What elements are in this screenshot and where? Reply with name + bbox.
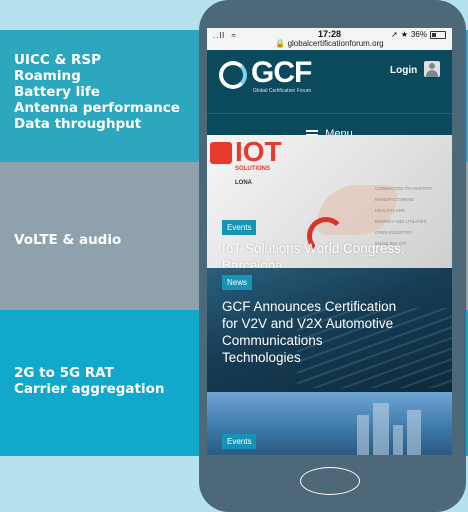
skyline-building [373, 403, 389, 455]
card-title[interactable]: IoT Solutions World Congress, Barcelona [222, 240, 450, 268]
article-card-v2x[interactable]: News GCF Announces Certification for V2V… [207, 268, 452, 392]
bluetooth-icon: ★ [400, 30, 408, 39]
band-volte-audio-text: VoLTE & audio [14, 232, 122, 248]
location-arrow-icon: ➚ [391, 30, 398, 39]
category-tag[interactable]: News [222, 275, 253, 290]
article-card-iot[interactable]: IOT SOLUTIONS LONA CONNECTED TRANSPORT M… [207, 135, 452, 268]
iot-logo-icon [210, 142, 232, 164]
iot-brand-sub: SOLUTIONS [235, 166, 271, 172]
topic-item: MANUFACTURING [375, 197, 415, 202]
iot-city: LONA [235, 180, 252, 186]
site-header: GCF Global Certification Forum Login Men… [207, 50, 452, 158]
skyline-building [357, 415, 369, 455]
iot-brand: IOT [235, 136, 282, 167]
topic-item: CONNECTED TRANSPORT [375, 186, 433, 191]
article-card-events[interactable]: Events [207, 392, 452, 455]
band-rat-carrier-text: 2G to 5G RAT Carrier aggregation [14, 365, 165, 397]
topic-item: ENERGY AND UTILITIES [375, 219, 427, 224]
gcf-logo-icon[interactable] [219, 61, 247, 89]
skyline-building [393, 425, 403, 455]
logo-text[interactable]: GCF [251, 56, 312, 90]
category-tag[interactable]: Events [222, 434, 257, 449]
status-bar: ..ll ≈ 17:28 🔒 globalcertificationforum.… [207, 28, 452, 50]
skyline-building [407, 410, 421, 455]
band-device-features-text: UICC & RSP Roaming Battery life Antenna … [14, 52, 180, 132]
phone-screen: ..ll ≈ 17:28 🔒 globalcertificationforum.… [207, 28, 452, 455]
url-text: globalcertificationforum.org [287, 39, 384, 48]
topic-item: OPEN INDUSTRY [375, 230, 412, 235]
login-link[interactable]: Login [390, 65, 417, 76]
battery-fill [432, 32, 436, 37]
address-bar[interactable]: 🔒 globalcertificationforum.org [207, 39, 452, 48]
category-tag[interactable]: Events [222, 220, 257, 235]
logo-tagline: Global Certification Forum [253, 88, 312, 94]
status-right: ➚ ★ 36% [391, 30, 446, 39]
user-icon[interactable] [424, 61, 440, 77]
home-button[interactable] [300, 467, 360, 495]
card-title[interactable]: GCF Announces Certification for V2V and … [222, 298, 450, 366]
lock-icon: 🔒 [275, 39, 286, 48]
battery-percent: 36% [410, 30, 427, 39]
battery-icon [430, 30, 446, 39]
topic-item: HEALTHCARE [375, 208, 405, 213]
